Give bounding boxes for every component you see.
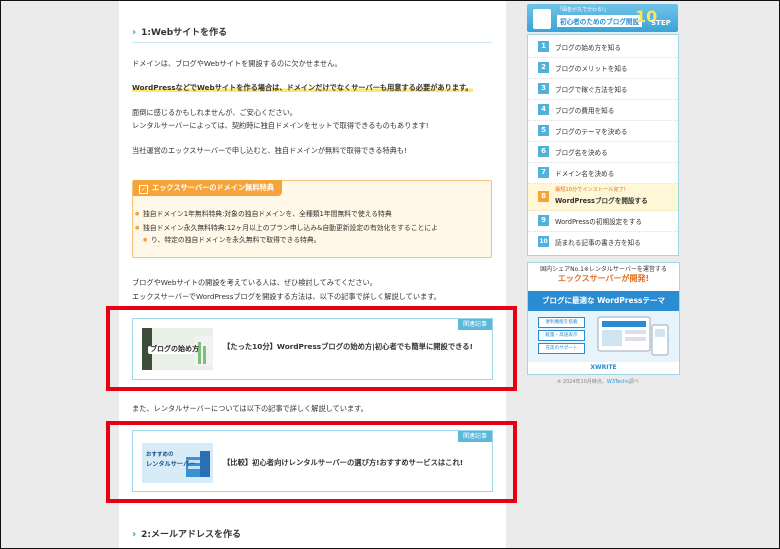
ad-feature: 軽量・高速表示 bbox=[538, 330, 585, 341]
step-number: 4 bbox=[538, 104, 549, 115]
step-label: ブログのメリットを知る bbox=[555, 65, 628, 73]
step-item-5[interactable]: 5 ブログのテーマを決める bbox=[528, 121, 678, 142]
ad-body: 便利機能を搭載 軽量・高速表示 充実のサポート bbox=[528, 311, 679, 362]
step-number: 1 bbox=[538, 41, 549, 52]
step-item-1[interactable]: 1 ブログの始め方を知る bbox=[528, 37, 678, 58]
benefit-box-title-text: エックスサーバーのドメイン無料特典 bbox=[152, 183, 274, 192]
devices-illustration-icon bbox=[597, 316, 669, 356]
step-label: ブログのテーマを決める bbox=[555, 128, 628, 136]
check-icon: ✓ bbox=[139, 185, 148, 194]
step-number: 9 bbox=[538, 215, 549, 226]
step-label: ブログ名を決める bbox=[555, 149, 608, 157]
highlight-frame bbox=[106, 421, 517, 503]
step-label: ブログの費用を知る bbox=[555, 107, 615, 115]
step-number: 5 bbox=[538, 125, 549, 136]
step-label: 読まれる記事の書き方を知る bbox=[555, 239, 641, 247]
ad-band: ブログに最適な WordPressテーマ bbox=[528, 291, 679, 311]
step-item-7[interactable]: 7 ドメイン名を決める bbox=[528, 163, 678, 184]
step-number: 8 bbox=[538, 191, 549, 202]
benefit-box-title: ✓ エックスサーバーのドメイン無料特典 bbox=[133, 180, 282, 196]
section-heading-2: › 2:メールアドレスを作る bbox=[132, 526, 492, 544]
sidebar-banner: 「図各が丸で分わる!」 初心者のためのブログ開設 10 STEP bbox=[527, 4, 678, 32]
ad-header: 国内シェアNo.1※レンタルサーバーを運営する エックスサーバーが開発! bbox=[528, 263, 679, 289]
step-label: WordPressの初期設定をする bbox=[555, 218, 643, 226]
step-item-10[interactable]: 10 読まれる記事の書き方を知る bbox=[528, 232, 678, 252]
illustration-icon bbox=[533, 9, 551, 29]
ad-note-suffix: 調べ bbox=[628, 379, 639, 385]
paragraph: レンタルサーバーによっては、契約時に独自ドメインをセットで取得できるものもありま… bbox=[132, 121, 429, 130]
ad-footnote: ※ 2024年10月時点、W3Techs調べ bbox=[557, 378, 639, 385]
step-item-3[interactable]: 3 ブログで稼ぐ方法を知る bbox=[528, 79, 678, 100]
banner-main: 初心者のためのブログ開設 bbox=[557, 15, 643, 27]
step-label: WordPressブログを開設する bbox=[555, 197, 648, 205]
benefit-item-continued: り、特定の独自ドメインを永久無料で取得できる特典。 bbox=[143, 235, 320, 246]
step-number: 7 bbox=[538, 167, 549, 178]
section-heading-1: › 1:Webサイトを作る bbox=[132, 24, 492, 43]
step-number: 2 bbox=[538, 62, 549, 73]
section-heading-2-text: 2:メールアドレスを作る bbox=[141, 530, 241, 540]
highlight-text: WordPressなどでWebサイトを作る場合は、ドメインだけでなくサーバーも用… bbox=[132, 83, 473, 92]
step-label: ドメイン名を決める bbox=[555, 170, 615, 178]
highlighted-paragraph: WordPressなどでWebサイトを作る場合は、ドメインだけでなくサーバーも用… bbox=[132, 82, 473, 94]
paragraph: ドメインは、ブログやWebサイトを開設するのに欠かせません。 bbox=[132, 59, 342, 68]
step-item-8[interactable]: 8 最短10分でインストール完了! WordPressブログを開設する bbox=[528, 184, 678, 211]
banner-small: 「図各が丸で分わる!」 bbox=[557, 7, 610, 13]
step-item-2[interactable]: 2 ブログのメリットを知る bbox=[528, 58, 678, 79]
ad-note-link[interactable]: W3Techs bbox=[607, 379, 629, 385]
step-item-6[interactable]: 6 ブログ名を決める bbox=[528, 142, 678, 163]
chevron-right-icon: › bbox=[132, 529, 137, 540]
step-list: 1 ブログの始め方を知る 2 ブログのメリットを知る 3 ブログで稼ぐ方法を知る 4ブ… bbox=[527, 34, 679, 256]
paragraph: 当社運営のエックスサーバーで申し込むと、独自ドメインが無料で取得できる特典も! bbox=[132, 146, 407, 155]
step-item-9[interactable]: 9 WordPressの初期設定をする bbox=[528, 211, 678, 232]
ad-line-2: エックスサーバーが開発! bbox=[557, 274, 650, 283]
chevron-right-icon: › bbox=[132, 27, 137, 38]
step-number: 6 bbox=[538, 146, 549, 157]
paragraph: また、レンタルサーバーについては以下の記事で詳しく解説しています。 bbox=[132, 404, 368, 413]
ad-brand: XWRITE bbox=[528, 362, 679, 374]
step-label: ブログの始め方を知る bbox=[555, 44, 621, 52]
step-item-4[interactable]: 4 ブログの費用を知る bbox=[528, 100, 678, 121]
paragraph: エックスサーバーでWordPressブログを開設する方法は、以下の記事で詳しく解… bbox=[132, 292, 441, 301]
step-number: 10 bbox=[538, 236, 549, 247]
paragraph: 面倒に感じるかもしれませんが、ご安心ください。 bbox=[132, 108, 297, 117]
ad-feature: 充実のサポート bbox=[538, 343, 585, 354]
xwrite-ad-banner[interactable]: 国内シェアNo.1※レンタルサーバーを運営する エックスサーバーが開発! ブログ… bbox=[527, 262, 680, 375]
benefit-box: ✓ エックスサーバーのドメイン無料特典 独自ドメイン1年無料特典:対象の独自ドメイ… bbox=[132, 180, 492, 258]
ad-line-1: 国内シェアNo.1※レンタルサーバーを運営する bbox=[540, 266, 667, 273]
section-heading-1-text: 1:Webサイトを作る bbox=[141, 28, 228, 38]
paragraph: ブログやWebサイトの開設を考えている人は、ぜひ検討してみてください。 bbox=[132, 278, 377, 287]
step-number: 3 bbox=[538, 83, 549, 94]
step-sublabel: 最短10分でインストール完了! bbox=[555, 187, 626, 193]
ad-feature: 便利機能を搭載 bbox=[538, 317, 585, 328]
banner-step: STEP bbox=[651, 19, 671, 27]
step-label: ブログで稼ぐ方法を知る bbox=[555, 86, 628, 94]
highlight-frame bbox=[106, 306, 517, 391]
benefit-item: 独自ドメイン永久無料特典:12ヶ月以上のプラン申し込み&自動更新設定の有効化をす… bbox=[135, 223, 438, 234]
benefit-item: 独自ドメイン1年無料特典:対象の独自ドメインを、全種類1年間無料で使える特典 bbox=[135, 209, 392, 220]
ad-note-prefix: ※ 2024年10月時点、 bbox=[557, 379, 607, 385]
